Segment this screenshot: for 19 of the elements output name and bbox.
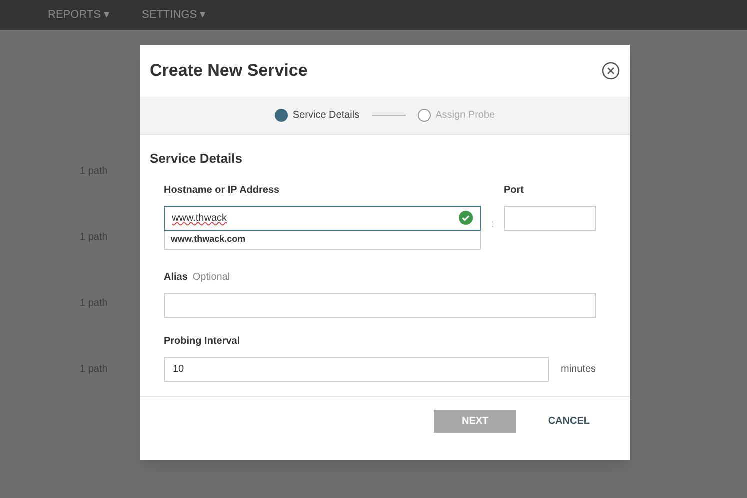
hostname-field[interactable]: www.thwack	[164, 206, 482, 230]
field-label: Alias	[164, 270, 188, 284]
port-field[interactable]	[504, 206, 596, 230]
unit-label: minutes	[560, 362, 596, 376]
field-label: Probing Interval	[164, 334, 242, 348]
field-label: Port	[504, 184, 525, 198]
step[interactable]: Service Details	[274, 108, 360, 123]
field-label: Hostname or IP Address	[164, 184, 281, 198]
autocomplete-suggestion[interactable]: www.thwack.com	[164, 230, 482, 250]
section-title: Service Details	[150, 150, 244, 168]
dialog-title: Create New Service	[150, 60, 308, 82]
close-icon[interactable]	[602, 62, 620, 80]
alias-field[interactable]	[164, 292, 596, 318]
optional-hint: Optional	[192, 270, 230, 284]
nav-menu[interactable]: SETTINGS ▾	[142, 6, 206, 24]
cancel-button[interactable]: CANCEL	[540, 410, 598, 433]
interval-field[interactable]: 10	[164, 356, 549, 382]
separator: :	[491, 218, 494, 232]
nav-menu[interactable]: REPORTS ▾	[48, 6, 110, 24]
